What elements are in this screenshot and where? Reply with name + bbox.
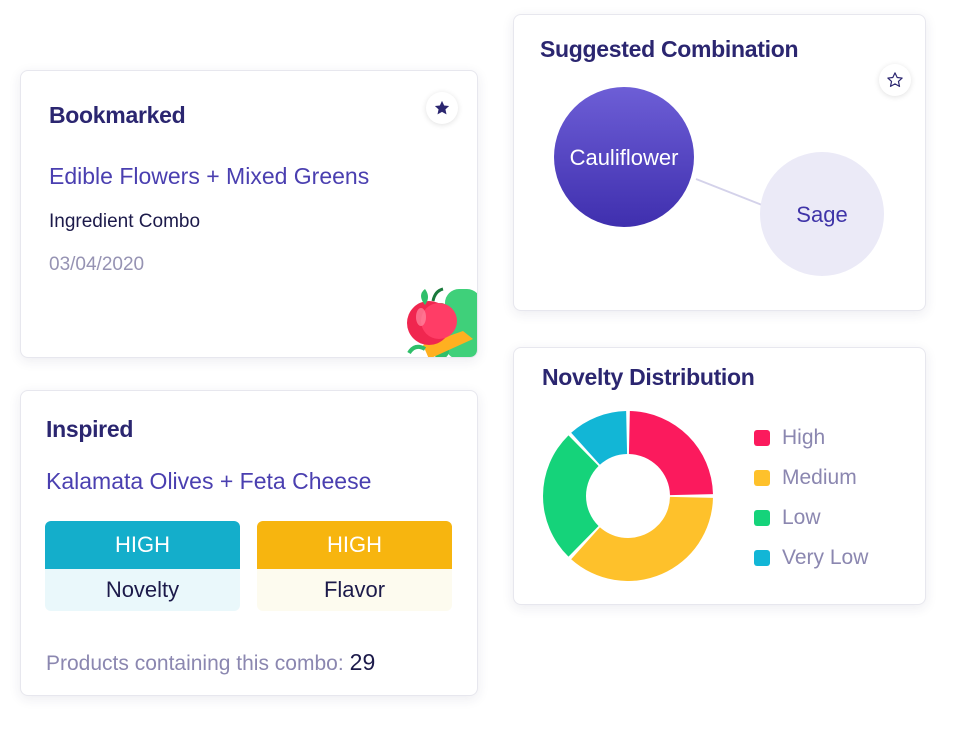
cauliflower-node-label: Cauliflower — [570, 145, 679, 170]
legend-swatch-high — [754, 430, 770, 446]
sage-node-label: Sage — [796, 202, 847, 227]
inspired-title: Inspired — [46, 416, 134, 442]
novelty-donut-chart — [543, 411, 713, 581]
bookmarked-combo-link[interactable]: Edible Flowers + Mixed Greens — [49, 163, 369, 190]
legend-label-medium: Medium — [782, 466, 857, 489]
legend-item-medium[interactable]: Medium — [754, 458, 868, 498]
bookmarked-card[interactable]: Bookmarked Edible Flowers + Mixed Greens… — [20, 70, 478, 358]
combination-graph: Cauliflower Sage — [554, 87, 884, 276]
inspired-card[interactable]: Inspired Kalamata Olives + Feta Cheese H… — [20, 390, 478, 696]
bookmark-date: 03/04/2020 — [49, 254, 145, 275]
novelty-level-badge: HIGH — [45, 521, 240, 569]
suggested-combination-card[interactable]: Suggested Combination Cauliflower Sage — [513, 14, 926, 311]
legend-swatch-very-low — [754, 550, 770, 566]
legend-swatch-low — [754, 510, 770, 526]
legend-item-very-low[interactable]: Very Low — [754, 538, 868, 578]
flavor-metric: HIGH Flavor — [257, 521, 452, 611]
novelty-distribution-card[interactable]: Novelty Distribution High Medium Low Ver… — [513, 347, 926, 605]
star-filled-icon — [434, 100, 450, 115]
novelty-legend: High Medium Low Very Low — [754, 418, 868, 578]
flavor-metric-label: Flavor — [257, 569, 452, 611]
flavor-level-badge: HIGH — [257, 521, 452, 569]
legend-swatch-medium — [754, 470, 770, 486]
legend-label-very-low: Very Low — [782, 546, 869, 569]
legend-label-low: Low — [782, 506, 821, 529]
products-count-label: Products containing this combo: — [46, 652, 344, 675]
novelty-title: Novelty Distribution — [542, 364, 755, 390]
legend-item-low[interactable]: Low — [754, 498, 868, 538]
combo-type-label: Ingredient Combo — [49, 211, 201, 232]
fruit-vegetable-illustration — [407, 287, 477, 357]
inspired-combo-link[interactable]: Kalamata Olives + Feta Cheese — [46, 468, 371, 495]
products-count-value: 29 — [349, 649, 376, 675]
combination-link-edge — [695, 178, 763, 206]
legend-item-high[interactable]: High — [754, 418, 868, 458]
novelty-metric-label: Novelty — [45, 569, 240, 611]
legend-label-high: High — [782, 426, 826, 449]
bookmarked-title: Bookmarked — [49, 102, 186, 128]
donut-slice-high[interactable] — [628, 411, 713, 496]
novelty-metric: HIGH Novelty — [45, 521, 240, 611]
products-count-row: Products containing this combo: 29 — [46, 649, 375, 676]
bookmark-star-button[interactable] — [426, 92, 458, 124]
donut-slice-medium[interactable] — [571, 496, 713, 581]
